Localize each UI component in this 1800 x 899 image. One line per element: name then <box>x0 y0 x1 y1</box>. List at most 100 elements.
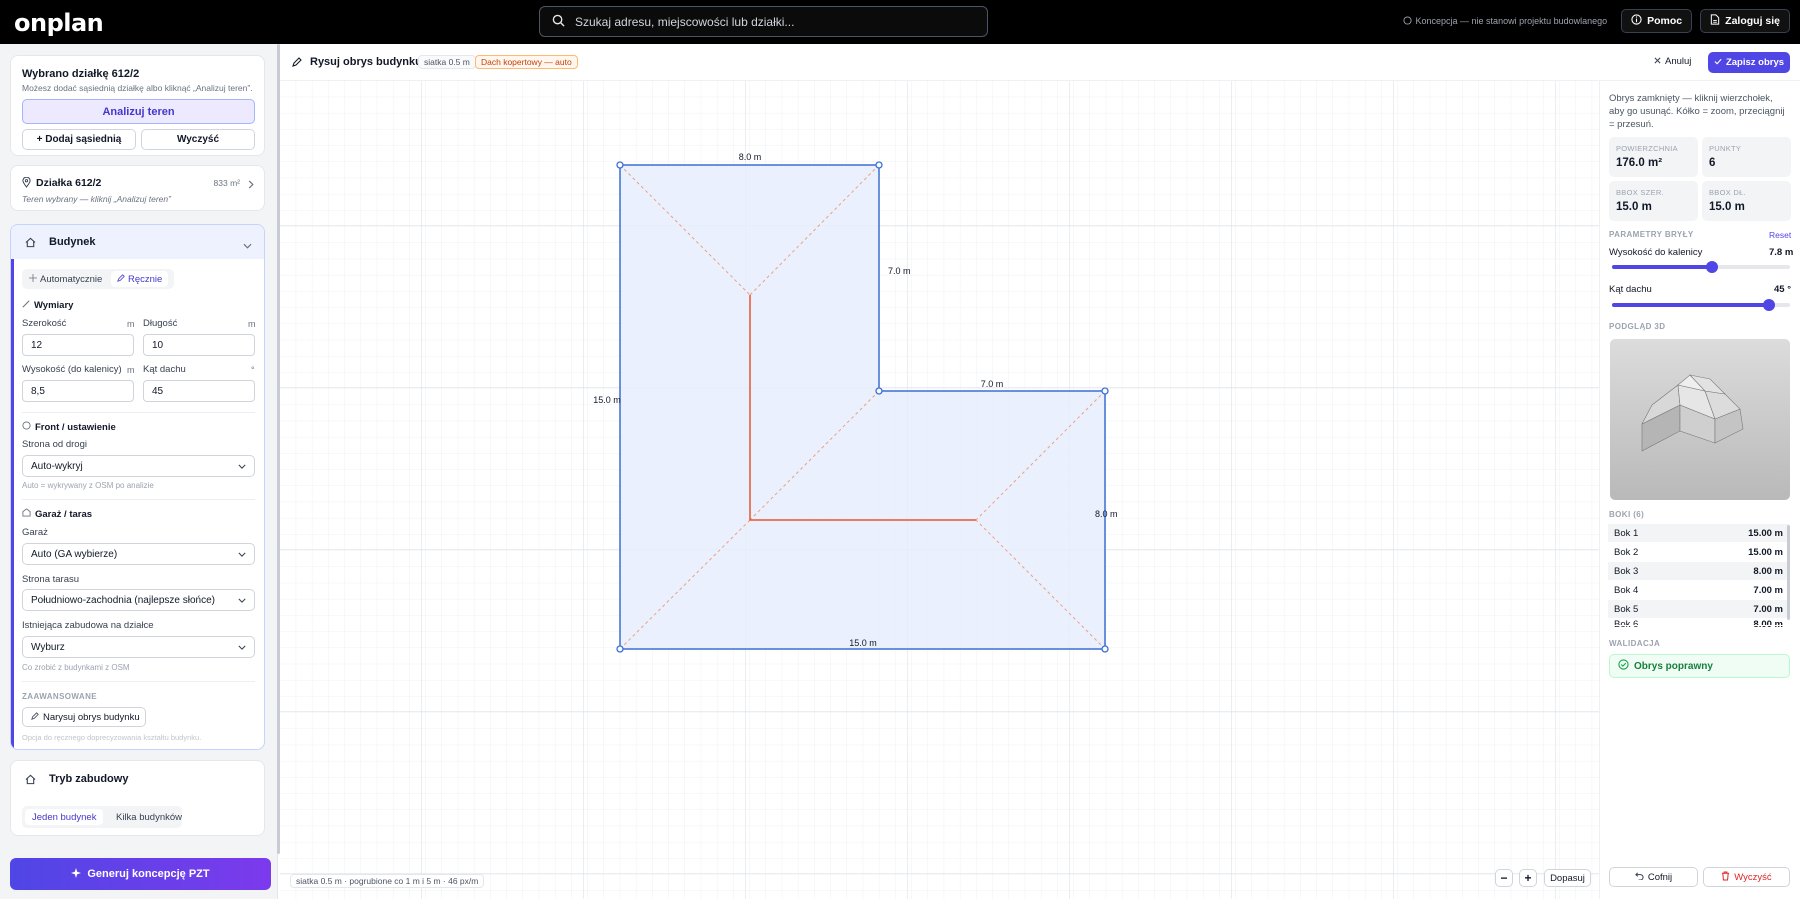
generate-concept-button[interactable]: Generuj koncepcję PZT <box>10 858 271 890</box>
draw-outline-button[interactable]: Narysuj obrys budynku <box>22 707 146 727</box>
single-building-tab[interactable]: Jeden budynek <box>25 809 104 825</box>
road-side-label: Strona od drogi <box>22 439 87 450</box>
roof-angle-label: Kąt dachu <box>143 364 186 375</box>
undo-button[interactable]: Cofnij <box>1609 867 1698 887</box>
side-row: Bok 2 15.00 m <box>1608 543 1789 561</box>
existing-hint: Co zrobić z budynkami z OSM <box>22 663 130 672</box>
dimensions-section: Wymiary <box>22 300 73 311</box>
add-neighbor-button[interactable]: + Dodaj sąsiednią <box>22 129 136 150</box>
side-name: Bok 4 <box>1614 584 1639 596</box>
mode-manual-tab[interactable]: Ręcznie <box>111 271 169 287</box>
garage-icon <box>22 508 31 520</box>
3d-preview[interactable] <box>1610 339 1790 500</box>
side-value: 15.00 m <box>1748 527 1783 539</box>
close-icon <box>1654 56 1661 67</box>
ruler-icon <box>22 300 30 311</box>
search-box[interactable] <box>539 6 988 37</box>
dim-inner-horizontal: 7.0 m <box>981 379 1004 389</box>
roof-angle-unit: ° <box>251 365 255 375</box>
chevron-down-icon <box>238 549 246 560</box>
house-icon <box>25 237 36 251</box>
zoom-in-button[interactable]: + <box>1519 869 1537 887</box>
width-unit: m <box>127 319 135 329</box>
width-input[interactable]: 12 <box>22 334 134 356</box>
terrace-select[interactable]: Południowo-zachodnia (najlepsze słońce) <box>22 589 255 611</box>
front-section: Front / ustawienie <box>22 421 116 433</box>
bbox-width-stat: BBOX SZER. 15.0 m <box>1609 181 1698 221</box>
pencil-icon <box>292 56 302 70</box>
app-logo[interactable]: onplan <box>14 9 104 37</box>
selection-hint: Możesz dodać sąsiednią działkę albo klik… <box>22 83 253 93</box>
chevron-down-icon[interactable] <box>243 238 252 252</box>
length-input[interactable]: 10 <box>143 334 255 356</box>
build-mode-title: Tryb zabudowy <box>49 773 129 785</box>
ridge-slider[interactable] <box>1612 261 1790 273</box>
cancel-button[interactable]: Anuluj <box>1654 56 1691 67</box>
garage-select[interactable]: Auto (GA wybierze) <box>22 543 255 565</box>
ridge-value: 7.8 m <box>1769 247 1794 258</box>
help-icon <box>1631 14 1642 28</box>
side-row: Bok 4 7.00 m <box>1608 581 1789 599</box>
parcel-card[interactable]: Działka 612/2 833 m² Teren wybrany — kli… <box>10 165 265 211</box>
points-stat: PUNKTY 6 <box>1702 137 1791 177</box>
grid-info: siatka 0.5 m · pogrubione co 1 m i 5 m ·… <box>290 874 485 888</box>
validation-status: Obrys poprawny <box>1609 654 1790 678</box>
active-section-indicator <box>11 259 14 749</box>
trash-icon <box>1721 870 1730 884</box>
roof-angle-slider[interactable] <box>1612 299 1790 311</box>
help-button[interactable]: Pomoc <box>1621 9 1693 33</box>
side-value: 7.00 m <box>1753 603 1783 615</box>
roof-tag: Dach kopertowy — auto <box>475 55 578 69</box>
roof-angle-panel-value: 45 ° <box>1774 284 1792 295</box>
mode-auto-tab[interactable]: Automatycznie <box>24 271 107 287</box>
location-pin-icon <box>22 176 31 191</box>
road-side-select[interactable]: Auto-wykryj <box>22 455 255 477</box>
sides-scrollbar[interactable] <box>1787 525 1790 620</box>
roof-angle-panel-label: Kąt dachu <box>1609 284 1652 295</box>
clear-outline-button[interactable]: Wyczyść <box>1703 867 1790 887</box>
drawing-canvas[interactable]: 8.0 m 7.0 m 7.0 m 8.0 m 15.0 m 15.0 m <box>280 81 1599 899</box>
top-bar: onplan Koncepcja — nie stanowi projektu … <box>0 0 1800 44</box>
selection-card: Wybrano działkę 612/2 Możesz dodać sąsie… <box>10 55 265 156</box>
check-icon <box>1714 57 1722 68</box>
garage-section: Garaż / taras <box>22 508 92 520</box>
height-input[interactable]: 8,5 <box>22 380 134 402</box>
dim-bottom: 15.0 m <box>849 638 877 648</box>
fit-button[interactable]: Dopasuj <box>1544 869 1591 887</box>
existing-select[interactable]: Wyburz <box>22 636 255 658</box>
terrace-label: Strona tarasu <box>22 574 80 585</box>
garage-label: Garaż <box>22 527 48 538</box>
sparkle-icon <box>71 867 82 881</box>
selection-title: Wybrano działkę 612/2 <box>22 68 140 80</box>
roof-slider-thumb[interactable] <box>1762 299 1775 311</box>
dim-right: 8.0 m <box>1095 509 1118 519</box>
bbox-length-stat: BBOX DŁ. 15.0 m <box>1702 181 1791 221</box>
validation-title: WALIDACJA <box>1609 639 1661 648</box>
ridge-slider-thumb[interactable] <box>1705 261 1718 273</box>
build-mode-card: Tryb zabudowy Jeden budynek Kilka budynk… <box>10 760 265 836</box>
pencil-icon <box>31 711 39 723</box>
login-button[interactable]: Zaloguj się <box>1700 9 1790 33</box>
zoom-out-button[interactable]: − <box>1495 869 1513 887</box>
sparkle-icon <box>29 273 37 285</box>
height-unit: m <box>127 365 135 375</box>
roof-angle-input[interactable]: 45 <box>143 380 255 402</box>
dim-left: 15.0 m <box>593 395 621 405</box>
check-circle-icon <box>1618 659 1629 673</box>
clear-selection-button[interactable]: Wyczyść <box>141 129 255 150</box>
analyze-terrain-button[interactable]: Analizuj teren <box>22 99 255 124</box>
save-outline-button[interactable]: Zapisz obrys <box>1708 52 1790 73</box>
side-row: Bok 3 8.00 m <box>1608 562 1789 580</box>
info-icon <box>1402 15 1412 27</box>
side-name: Bok 1 <box>1614 527 1639 539</box>
multiple-buildings-tab[interactable]: Kilka budynków <box>112 809 186 825</box>
search-input[interactable] <box>575 14 987 29</box>
grid-tag: siatka 0.5 m <box>418 55 476 69</box>
side-name: Bok 3 <box>1614 565 1639 577</box>
dim-top: 8.0 m <box>739 152 762 162</box>
side-row: Bok 1 15.00 m <box>1608 524 1789 542</box>
reset-button[interactable]: Reset <box>1769 230 1791 240</box>
ridge-label: Wysokość do kalenicy <box>1609 247 1703 258</box>
building-title: Budynek <box>49 236 96 248</box>
side-name: Bok 2 <box>1614 546 1639 558</box>
